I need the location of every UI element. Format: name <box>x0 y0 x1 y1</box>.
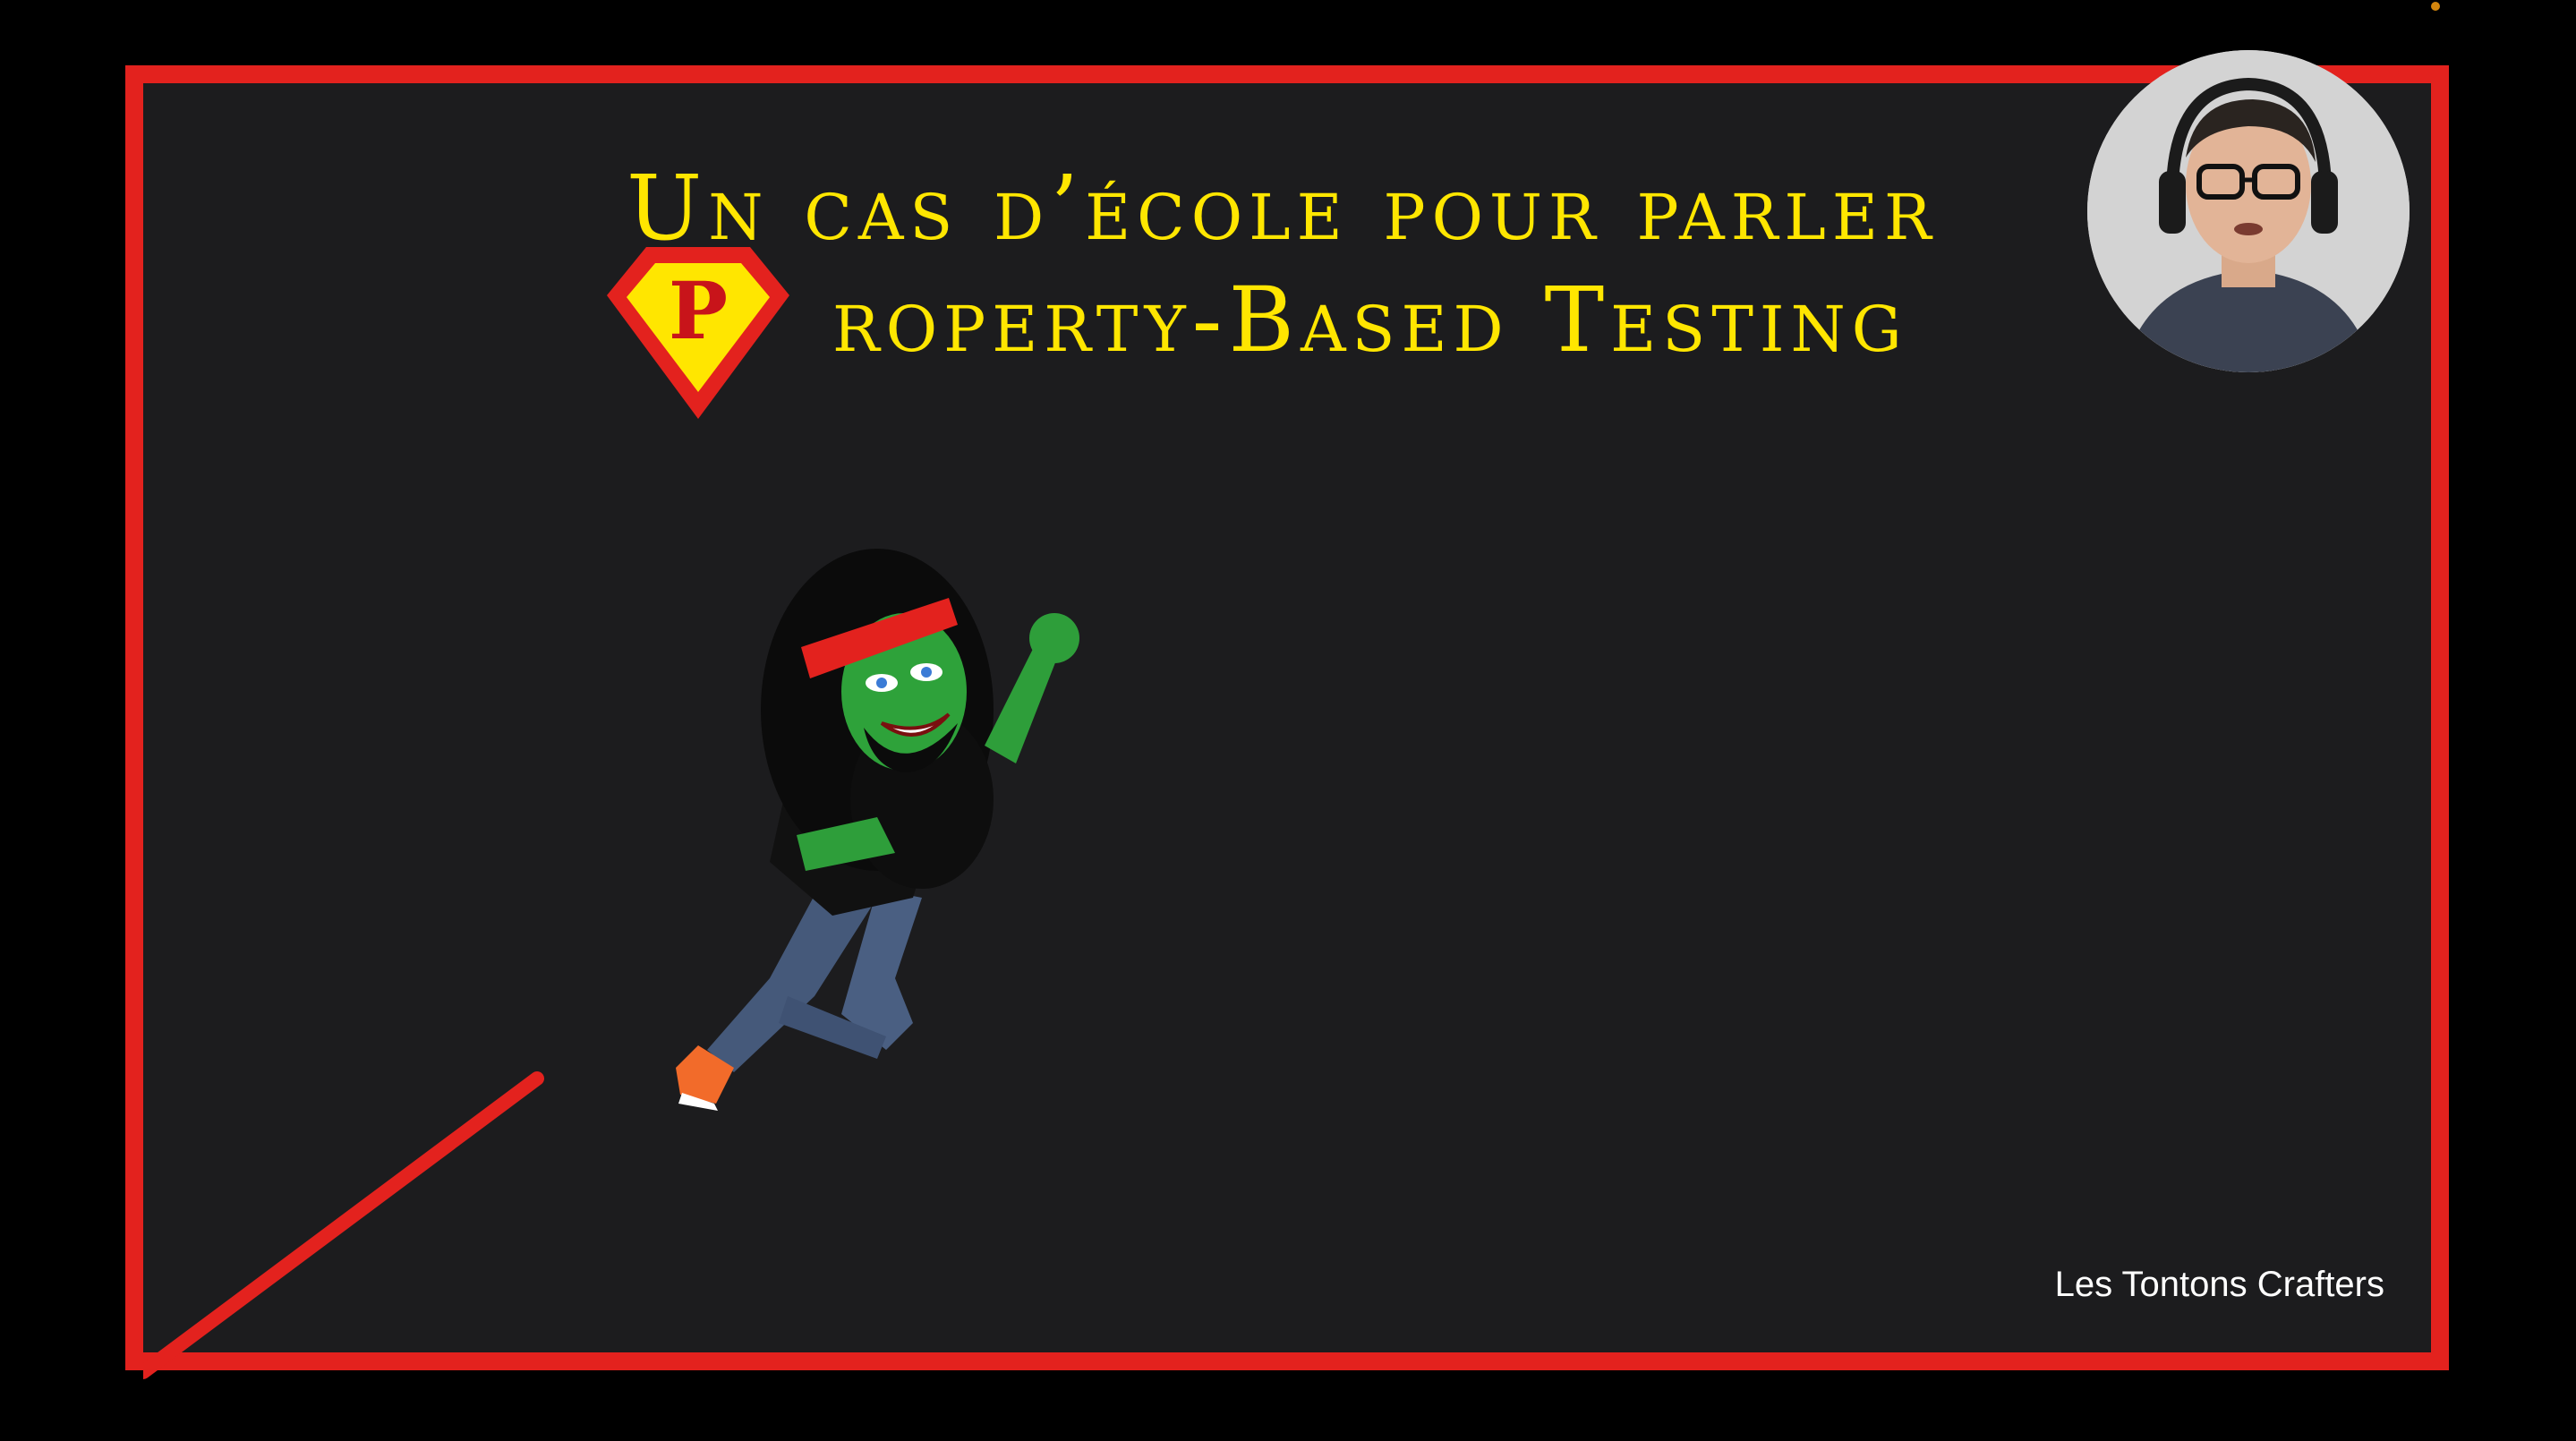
superhero-shield-icon: P <box>607 247 789 419</box>
recording-indicator-dot <box>2431 2 2440 11</box>
channel-credit: Les Tontons Crafters <box>2054 1265 2384 1304</box>
presenter-portrait <box>2087 50 2410 372</box>
badge-letter: P <box>669 264 728 357</box>
presenter-webcam-overlay <box>2087 50 2410 372</box>
flying-superhero-avatar <box>676 549 1079 1111</box>
video-frame: Un cas d’école pour parler P roperty-Bas… <box>0 0 2576 1441</box>
